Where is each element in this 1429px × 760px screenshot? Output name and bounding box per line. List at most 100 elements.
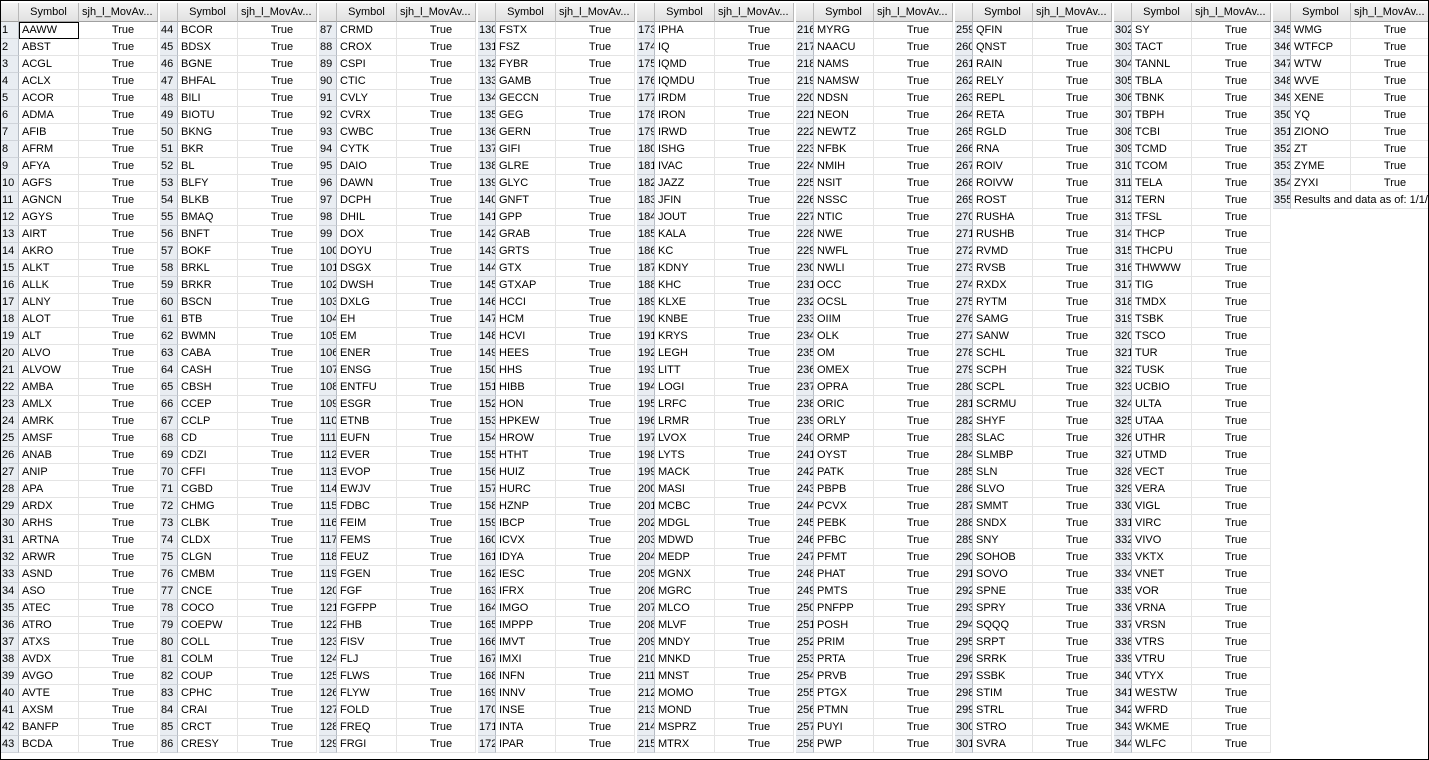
table-row[interactable]: 208 MLVF True [637,617,794,634]
row-index[interactable]: 217 [796,39,814,56]
movav-cell[interactable]: True [238,719,317,736]
table-row[interactable]: 77 CNCE True [160,583,317,600]
table-row[interactable]: 305 TBLA True [1114,73,1271,90]
row-index[interactable]: 133 [478,73,496,90]
movav-cell[interactable]: True [79,430,158,447]
symbol-cell[interactable]: SCPL [973,379,1033,396]
movav-cell[interactable]: True [1033,719,1112,736]
symbol-cell[interactable]: VOR [1132,583,1192,600]
row-index[interactable]: 320 [1114,328,1132,345]
movav-cell[interactable]: True [1033,226,1112,243]
table-row[interactable]: 31 ARTNA True [1,532,158,549]
row-index[interactable]: 114 [319,481,337,498]
row-index[interactable]: 310 [1114,158,1132,175]
symbol-cell[interactable]: PATK [814,464,874,481]
table-row[interactable]: 89 CSPI True [319,56,476,73]
table-row[interactable]: 27 ANIP True [1,464,158,481]
table-row[interactable]: 244 PCVX True [796,498,953,515]
symbol-cell[interactable]: MOND [655,702,715,719]
symbol-cell[interactable]: MGNX [655,566,715,583]
movav-cell[interactable]: True [79,345,158,362]
row-index[interactable]: 281 [955,396,973,413]
row-index[interactable]: 165 [478,617,496,634]
row-index[interactable]: 194 [637,379,655,396]
table-row[interactable]: 231 OCC True [796,277,953,294]
row-index[interactable]: 150 [478,362,496,379]
row-index[interactable]: 168 [478,668,496,685]
row-index[interactable]: 120 [319,583,337,600]
row-index[interactable]: 274 [955,277,973,294]
table-row[interactable]: 63 CABA True [160,345,317,362]
table-row[interactable]: 37 ATXS True [1,634,158,651]
row-index[interactable]: 241 [796,447,814,464]
table-row[interactable]: 131 FSZ True [478,39,635,56]
movav-cell[interactable]: True [1192,158,1271,175]
symbol-cell[interactable]: OM [814,345,874,362]
symbol-cell[interactable]: VRNA [1132,600,1192,617]
table-row[interactable]: 313 TFSL True [1114,209,1271,226]
movav-cell[interactable]: True [556,294,635,311]
table-row[interactable]: 306 TBNK True [1114,90,1271,107]
movav-cell[interactable]: True [874,566,953,583]
table-row[interactable]: 48 BILI True [160,90,317,107]
table-row[interactable]: 199 MACK True [637,464,794,481]
movav-cell[interactable]: True [1192,498,1271,515]
table-row[interactable]: 102 DWSH True [319,277,476,294]
movav-cell[interactable]: True [238,175,317,192]
movav-cell[interactable]: True [79,498,158,515]
corner-header[interactable] [796,3,814,22]
symbol-cell[interactable]: LYTS [655,447,715,464]
row-index[interactable]: 186 [637,243,655,260]
movav-cell[interactable]: True [1351,158,1428,175]
table-row[interactable]: 263 REPL True [955,90,1112,107]
symbol-cell[interactable]: ICVX [496,532,556,549]
movav-cell[interactable]: True [238,311,317,328]
table-row[interactable]: 174 IQ True [637,39,794,56]
movav-cell[interactable]: True [874,175,953,192]
row-index[interactable]: 244 [796,498,814,515]
row-index[interactable]: 145 [478,277,496,294]
symbol-cell[interactable]: ALVO [19,345,79,362]
table-row[interactable]: 132 FYBR True [478,56,635,73]
symbol-cell[interactable]: IMVT [496,634,556,651]
table-row[interactable]: 351 ZIONO True [1273,124,1428,141]
row-index[interactable]: 233 [796,311,814,328]
movav-cell[interactable]: True [79,464,158,481]
symbol-cell[interactable]: ASO [19,583,79,600]
symbol-cell[interactable]: NSSC [814,192,874,209]
row-index[interactable]: 75 [160,549,178,566]
row-index[interactable]: 171 [478,719,496,736]
symbol-cell[interactable]: CHMG [178,498,238,515]
movav-cell[interactable]: True [397,226,476,243]
row-index[interactable]: 213 [637,702,655,719]
movav-cell[interactable]: True [397,549,476,566]
movav-cell[interactable]: True [238,413,317,430]
movav-cell[interactable]: True [1192,617,1271,634]
movav-cell[interactable]: True [238,90,317,107]
symbol-cell[interactable]: AMSF [19,430,79,447]
symbol-cell[interactable]: IQMD [655,56,715,73]
symbol-cell[interactable]: PUYI [814,719,874,736]
symbol-cell[interactable]: CASH [178,362,238,379]
table-row[interactable]: 316 THWWW True [1114,260,1271,277]
table-row[interactable]: 126 FLYW True [319,685,476,702]
movav-cell[interactable]: True [556,651,635,668]
table-row[interactable]: 204 MEDP True [637,549,794,566]
row-index[interactable]: 187 [637,260,655,277]
row-index[interactable]: 103 [319,294,337,311]
movav-cell[interactable]: True [79,39,158,56]
row-index[interactable]: 288 [955,515,973,532]
row-index[interactable]: 309 [1114,141,1132,158]
symbol-cell[interactable]: CLDX [178,532,238,549]
row-index[interactable]: 16 [1,277,19,294]
movav-cell[interactable]: True [1033,73,1112,90]
table-row[interactable]: 10 AGFS True [1,175,158,192]
movav-cell[interactable]: True [715,668,794,685]
movav-cell[interactable]: True [556,566,635,583]
symbol-cell[interactable]: IMXI [496,651,556,668]
table-row[interactable]: 73 CLBK True [160,515,317,532]
row-index[interactable]: 13 [1,226,19,243]
row-index[interactable]: 79 [160,617,178,634]
symbol-cell[interactable]: FRGI [337,736,397,753]
row-index[interactable]: 46 [160,56,178,73]
